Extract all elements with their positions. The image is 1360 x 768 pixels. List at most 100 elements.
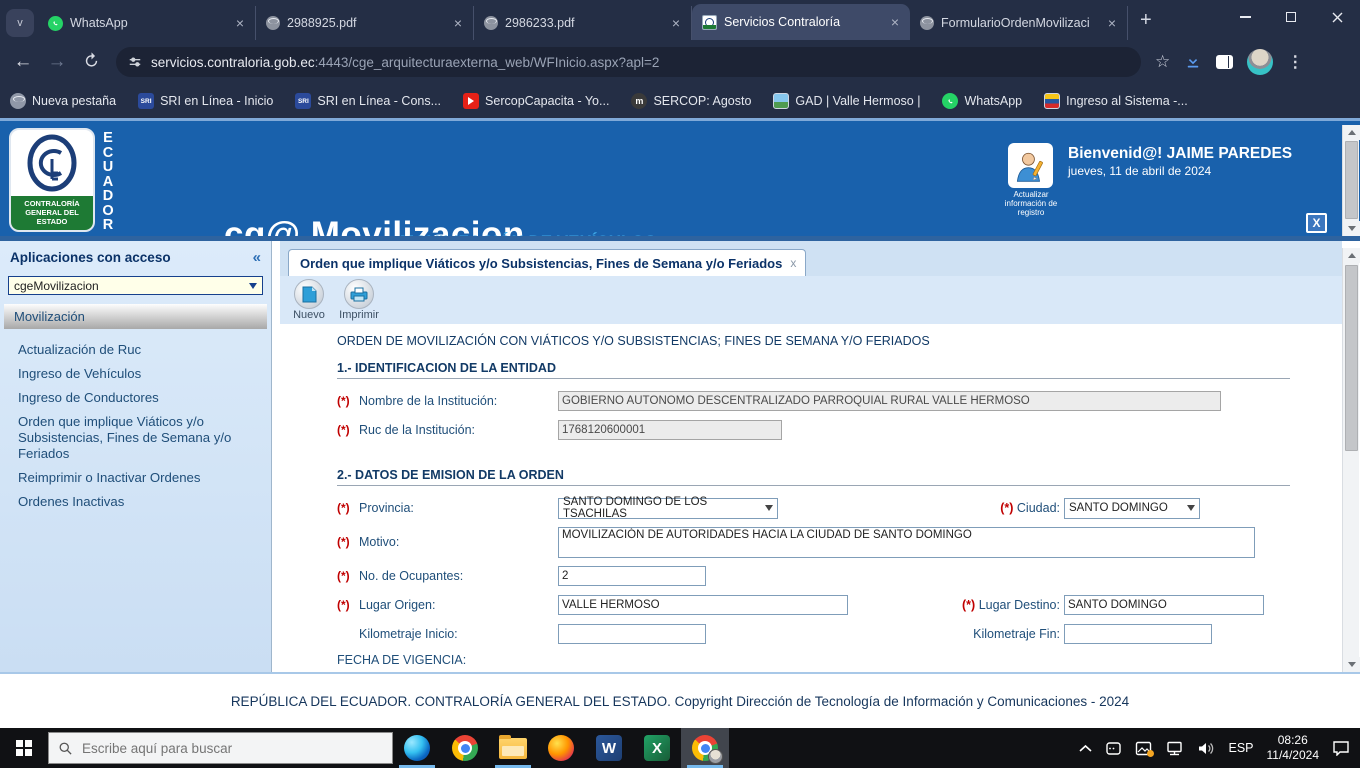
motivo-textarea[interactable]: MOVILIZACIÓN DE AUTORIDADES HACIA LA CIU… [558,526,1255,558]
forward-icon[interactable]: → [40,51,74,73]
browser-tab-pdf-2[interactable]: 2986233.pdf × [474,6,692,40]
browser-chrome: v WhatsApp × 2988925.pdf × 2986233.pdf ×… [0,0,1360,118]
sidebar-item-orden-viaticos[interactable]: Orden que implique Viáticos y/o Subsiste… [18,411,271,465]
taskbar-chrome-active[interactable] [681,728,729,768]
taskbar-edge[interactable] [393,728,441,768]
downloads-icon[interactable] [1184,53,1202,71]
ecuador-vertical-label: ECUADOR [102,130,114,233]
lugar-origen-input[interactable] [558,595,848,615]
ocupantes-input[interactable] [558,566,706,586]
photos-notification-icon[interactable] [1135,741,1155,757]
taskbar-chrome[interactable] [441,728,489,768]
tab-title: 2986233.pdf [505,16,575,30]
bookmark-label: Ingreso al Sistema -... [1066,94,1188,108]
tab-search-button[interactable]: v [6,9,34,37]
globe-icon [920,16,934,30]
reload-icon[interactable] [74,51,108,74]
back-icon[interactable]: ← [6,51,40,73]
page-scrollbar[interactable] [1342,125,1360,236]
taskbar-clock[interactable]: 08:26 11/4/2024 [1267,733,1320,763]
whatsapp-icon [942,93,959,109]
ciudad-select[interactable]: SANTO DOMINGO [1064,497,1200,519]
close-window-button[interactable] [1314,0,1360,34]
maximize-button[interactable] [1268,0,1314,34]
browser-menu-icon[interactable]: ⋮ [1287,52,1303,72]
tray-expand-icon[interactable] [1079,744,1093,753]
tab-close-icon[interactable]: × [451,15,465,31]
sidebar-item-ordenes-inactivas[interactable]: Ordenes Inactivas [18,491,271,513]
sidebar-item-ingreso-conductores[interactable]: Ingreso de Conductores [18,387,271,409]
side-panel-icon[interactable] [1216,55,1234,69]
app-close-button[interactable]: X [1306,213,1327,233]
required-mark: (*) [337,423,350,437]
windows-taskbar: W X ESP 08:2611/4/2024 [0,728,1360,768]
field-label: Motivo: [359,535,400,549]
tab-close-icon[interactable]: × [1105,15,1119,31]
taskbar-search-input[interactable] [82,740,362,756]
bookmark-item[interactable]: SercopCapacita - Yo... [463,93,609,109]
browser-tab-whatsapp[interactable]: WhatsApp × [38,6,256,40]
tab-title: WhatsApp [70,16,128,30]
network-icon[interactable] [1165,741,1184,756]
action-center-icon[interactable] [1332,740,1350,756]
sidebar-collapse-icon[interactable]: « [253,249,261,266]
sidebar-group-movilizacion[interactable]: Movilización [4,304,267,329]
section-datos-emision: 2.- DATOS DE EMISION DE LA ORDEN [337,468,1290,486]
sidebar-item-reimprimir-inactivar[interactable]: Reimprimir o Inactivar Ordenes [18,467,271,489]
bookmark-star-icon[interactable]: ☆ [1155,52,1170,72]
form-row-vigencia: FECHA DE VIGENCIA: [337,651,1337,669]
form-row-provincia: (*) Provincia: SANTO DOMINGO DE LOS TSAC… [337,496,1337,520]
bookmark-item[interactable]: Nueva pestaña [10,93,116,109]
kilometraje-fin-input[interactable] [1064,624,1212,644]
browser-tab-pdf-1[interactable]: 2988925.pdf × [256,6,474,40]
bookmark-item[interactable]: Ingreso al Sistema -... [1044,93,1188,109]
kilometraje-inicio-input[interactable] [558,624,706,644]
form-row-nombre: (*) Nombre de la Institución: [337,389,1337,413]
tab-close-icon[interactable]: × [233,15,247,31]
required-mark: (*) [337,501,350,515]
tab-close-icon[interactable]: × [669,15,683,31]
sidebar-item-ingreso-vehiculos[interactable]: Ingreso de Vehículos [18,363,271,385]
chevron-down-icon [1187,505,1195,511]
bookmark-item[interactable]: SRI SRI en Línea - Cons... [295,93,441,109]
bookmark-label: Nueva pestaña [32,94,117,108]
new-button[interactable]: Nuevo [286,279,332,321]
new-tab-button[interactable]: + [1140,9,1152,32]
bookmark-item[interactable]: GAD | Valle Hermoso | [773,93,920,109]
url-input[interactable]: servicios.contraloria.gob.ec:4443/cge_ar… [116,47,1141,77]
content-scrollbar[interactable] [1342,248,1360,672]
bookmark-item[interactable]: m SERCOP: Agosto [631,93,751,109]
application-select[interactable]: cgeMovilizacion [8,276,263,295]
content-tab-orden[interactable]: Orden que implique Viáticos y/o Subsiste… [288,249,807,276]
site-info-icon[interactable] [128,55,142,69]
language-indicator[interactable]: ESP [1228,741,1253,755]
tab-title: Servicios Contraloría [724,15,841,29]
tab-close-icon[interactable]: × [888,14,902,30]
taskbar-explorer[interactable] [489,728,537,768]
taskbar-excel[interactable]: X [633,728,681,768]
taskbar-word[interactable]: W [585,728,633,768]
bookmark-label: WhatsApp [964,94,1023,108]
start-button[interactable] [0,728,48,768]
provincia-select[interactable]: SANTO DOMINGO DE LOS TSACHILAS [558,496,778,520]
cge-monogram-icon [11,130,93,196]
taskbar-search[interactable] [48,732,393,764]
minimize-button[interactable] [1222,0,1268,34]
browser-tab-formulario[interactable]: FormularioOrdenMovilizaci × [910,6,1128,40]
field-label: Lugar Origen: [359,598,436,612]
content-tab-close-icon[interactable]: x [790,256,796,270]
browser-tab-servicios-active[interactable]: Servicios Contraloría × [692,4,910,40]
lugar-destino-input[interactable] [1064,595,1264,615]
volume-icon[interactable] [1197,741,1215,756]
bookmark-item[interactable]: SRI SRI en Línea - Inicio [138,93,273,109]
print-button[interactable]: Imprimir [336,279,382,321]
snip-tool-icon[interactable] [1105,741,1122,756]
taskbar-firefox[interactable] [537,728,585,768]
edge-icon [404,735,430,761]
sercop-icon: m [631,93,648,109]
update-registry-button[interactable] [1008,143,1053,188]
bookmark-item[interactable]: WhatsApp [942,93,1022,109]
profile-avatar[interactable] [1247,49,1274,75]
sidebar-item-actualizacion-ruc[interactable]: Actualización de Ruc [18,339,271,361]
gad-icon [773,93,790,109]
